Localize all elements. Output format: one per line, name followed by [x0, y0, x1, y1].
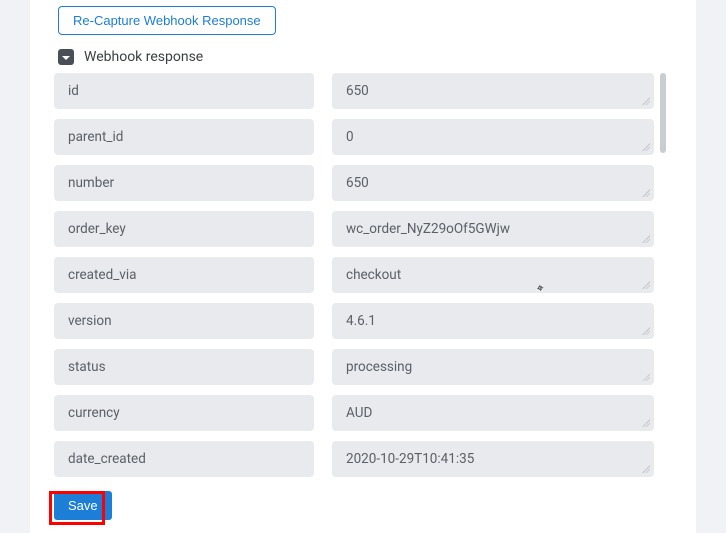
field-key[interactable]: order_key [54, 211, 314, 247]
field-row: currency AUD [54, 395, 654, 431]
field-row: status processing [54, 349, 654, 385]
field-key[interactable]: number [54, 165, 314, 201]
field-value[interactable]: 650 [332, 165, 654, 201]
field-key[interactable]: created_via [54, 257, 314, 293]
field-key[interactable]: version [54, 303, 314, 339]
field-row: parent_id 0 [54, 119, 654, 155]
field-value[interactable]: AUD [332, 395, 654, 431]
field-key[interactable]: id [54, 73, 314, 109]
field-row: version 4.6.1 [54, 303, 654, 339]
field-row: id 650 [54, 73, 654, 109]
field-value[interactable]: processing [332, 349, 654, 385]
section-header: Webhook response [54, 47, 672, 67]
chevron-down-icon [61, 48, 71, 67]
webhook-fields-list: id 650 parent_id 0 number 650 order_key wc_orde… [54, 73, 672, 493]
save-button[interactable]: Save [54, 491, 112, 520]
recapture-webhook-button[interactable]: Re-Capture Webhook Response [58, 6, 276, 35]
field-key[interactable]: currency [54, 395, 314, 431]
field-value[interactable]: 650 [332, 73, 654, 109]
fields-scrollbar[interactable] [660, 73, 666, 493]
section-expand-toggle[interactable] [58, 49, 74, 65]
field-key[interactable]: parent_id [54, 119, 314, 155]
webhook-response-panel: Re-Capture Webhook Response Webhook resp… [30, 0, 696, 533]
field-value[interactable]: wc_order_NyZ29oOf5GWjw [332, 211, 654, 247]
field-key[interactable]: date_created [54, 441, 314, 477]
fields-scroll-wrap: id 650 parent_id 0 number 650 order_key wc_orde… [54, 73, 672, 493]
field-value[interactable]: 2020-10-29T10:41:35 [332, 441, 654, 477]
field-row: number 650 [54, 165, 654, 201]
field-value[interactable]: 4.6.1 [332, 303, 654, 339]
field-key[interactable]: status [54, 349, 314, 385]
field-row: created_via checkout [54, 257, 654, 293]
field-value[interactable]: checkout [332, 257, 654, 293]
scrollbar-thumb[interactable] [660, 73, 666, 153]
field-row: date_created 2020-10-29T10:41:35 [54, 441, 654, 477]
section-title: Webhook response [84, 49, 203, 65]
field-row: order_key wc_order_NyZ29oOf5GWjw [54, 211, 654, 247]
field-value[interactable]: 0 [332, 119, 654, 155]
